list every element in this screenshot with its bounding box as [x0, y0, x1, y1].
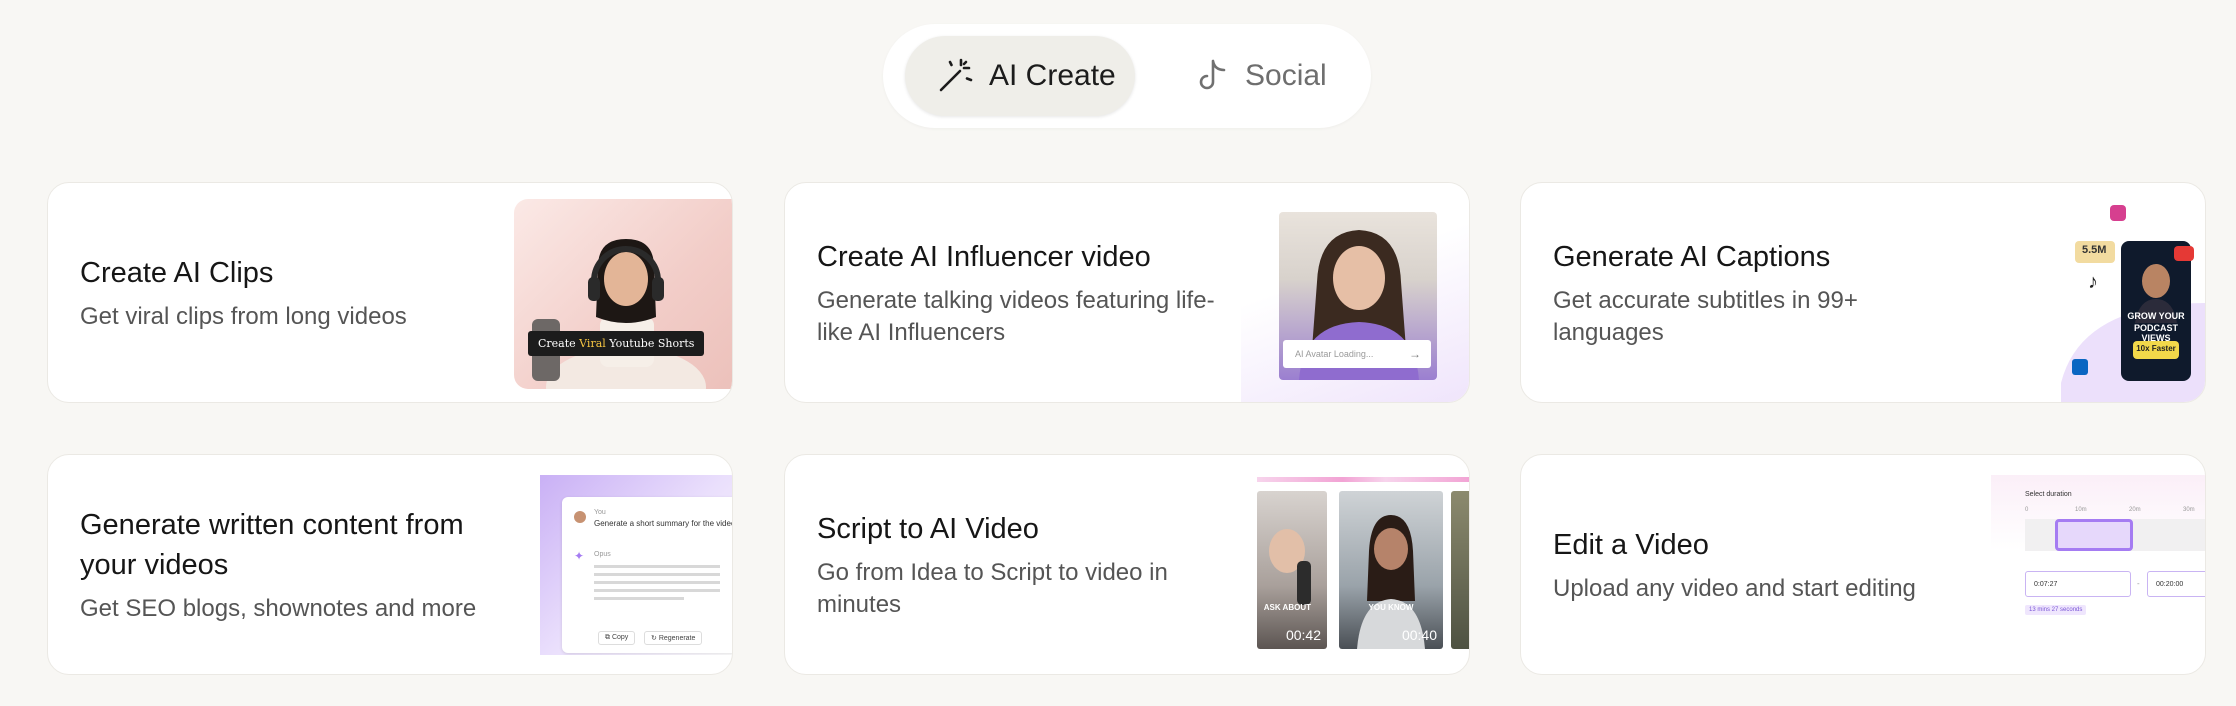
tiktok-icon: [1199, 59, 1226, 90]
create-mode-switcher: AI Create Social: [883, 24, 1371, 128]
card-title: Create AI Influencer video: [817, 240, 1151, 273]
card-description: Generate talking videos featuring life- …: [817, 286, 1215, 346]
clips-thumbnail: Create Viral Youtube Shorts: [514, 199, 732, 389]
progress-bar: [1257, 477, 1469, 482]
tab-label: AI Create: [989, 59, 1116, 92]
card-create-ai-influencer-video[interactable]: Create AI Influencer video Generate talk…: [784, 182, 1470, 403]
start-time-field: 0:07:27: [2025, 571, 2131, 597]
end-time-field: 00:20:00: [2147, 571, 2205, 597]
clip-duration: 00:40: [1401, 627, 1437, 643]
video-clip: ASK ABOUT 00:42: [1257, 491, 1327, 649]
card-description: Get viral clips from long videos: [80, 302, 407, 330]
captions-phone-illustration: ♪: [2061, 205, 2205, 402]
card-description: Go from Idea to Script to video in minut…: [817, 558, 1168, 618]
chat-panel: You Generate a short summary for the vid…: [562, 497, 733, 653]
poster-line-1: GROW YOUR: [2127, 311, 2185, 321]
poster-line-2: PODCAST VIEWS: [2133, 323, 2178, 343]
regenerate-button: ↻ Regenerate: [644, 631, 703, 645]
chat-user-name: You: [594, 509, 606, 516]
card-create-ai-clips[interactable]: Create AI Clips Get viral clips from lon…: [47, 182, 733, 403]
edit-video-thumbnail: Select duration 0 10m 20m 30m 0:07:27 - …: [1991, 475, 2205, 663]
tab-ai-create[interactable]: AI Create: [905, 36, 1135, 116]
video-clip: YOU KNOW 00:40: [1339, 491, 1443, 649]
card-script-to-ai-video[interactable]: Script to AI Video Go from Idea to Scrip…: [784, 454, 1470, 675]
card-generate-written-content[interactable]: Generate written content from your video…: [47, 454, 733, 675]
duration-heading: Select duration: [2025, 491, 2072, 498]
avatar-prompt-input: AI Avatar Loading... →: [1283, 340, 1431, 368]
card-title: Generate written content from your video…: [80, 508, 464, 581]
clip-caption: ASK ABOUT: [1263, 603, 1311, 612]
card-title: Edit a Video: [1553, 528, 1709, 561]
card-generate-ai-captions[interactable]: Generate AI Captions Get accurate subtit…: [1520, 182, 2206, 403]
card-description: Get accurate subtitles in 99+ languages: [1553, 286, 1858, 346]
response-lines: [594, 565, 720, 600]
tab-label: Social: [1245, 59, 1327, 92]
card-description: Get SEO blogs, shownotes and more: [80, 594, 477, 622]
svg-text:♪: ♪: [2088, 271, 2098, 293]
timeline-selection: [2055, 519, 2133, 551]
arrow-right-icon: →: [1409, 347, 1421, 361]
copy-button: ⧉ Copy: [598, 631, 636, 645]
card-title: Script to AI Video: [817, 512, 1039, 545]
chat-assistant-name: Opus: [594, 551, 611, 558]
card-title: Create AI Clips: [80, 256, 274, 289]
speed-badge: 10x Faster: [2136, 344, 2176, 353]
card-title: Generate AI Captions: [1553, 240, 1831, 273]
views-stat: 5.5M: [2082, 244, 2107, 256]
script-video-thumbnail: ASK ABOUT 00:42 YOU KNOW 00:40: [1257, 471, 1469, 667]
magic-wand-icon: [939, 58, 973, 92]
clip-caption: YOU KNOW: [1368, 603, 1414, 612]
chat-prompt: Generate a short summary for the video: [594, 519, 733, 528]
total-duration-badge: 13 mins 27 seconds: [2025, 605, 2087, 615]
card-description: Upload any video and start editing: [1553, 574, 1916, 602]
tab-social[interactable]: Social: [1179, 36, 1349, 116]
card-edit-a-video[interactable]: Edit a Video Upload any video and start …: [1520, 454, 2206, 675]
clip-duration: 00:42: [1285, 627, 1321, 643]
clip-caption: Create Viral Youtube Shorts: [528, 331, 705, 356]
influencer-thumbnail: AI Avatar Loading... →: [1279, 212, 1437, 380]
written-content-thumbnail: You Generate a short summary for the vid…: [540, 475, 733, 655]
sparkle-icon: ✦: [574, 549, 585, 563]
video-clip: [1451, 491, 1469, 649]
captions-thumbnail: ♪ 5.5M GROW YOUR PODCAST VIEWS 10x Faste…: [2051, 183, 2205, 402]
podcaster-illustration: [532, 239, 706, 389]
avatar: [574, 511, 586, 523]
